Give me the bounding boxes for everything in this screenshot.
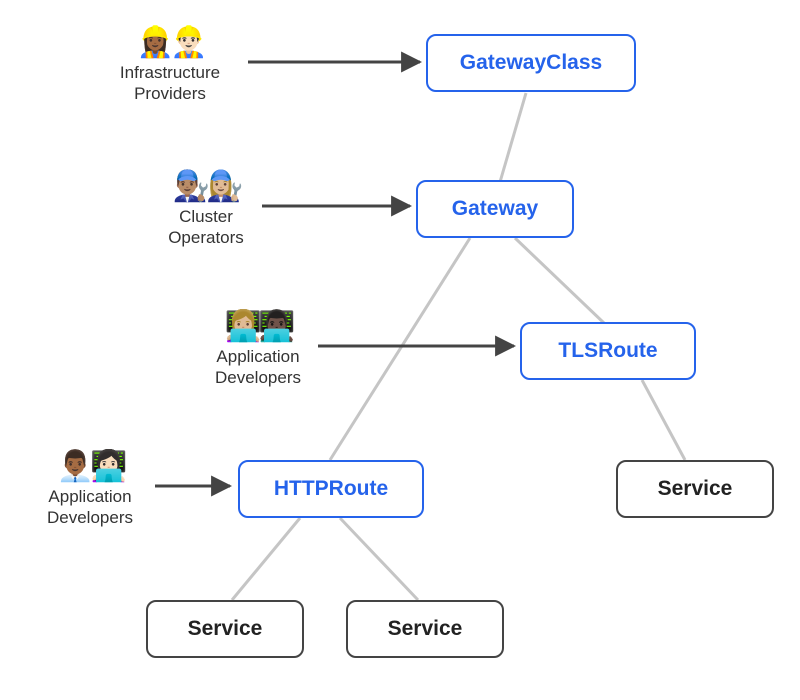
- gatewayclass-label: GatewayClass: [460, 51, 602, 75]
- service-box-middle: Service: [346, 600, 504, 658]
- persona-label-line1: Application: [48, 487, 131, 506]
- service-label-left: Service: [188, 617, 263, 641]
- persona-label-line1: Application: [216, 347, 299, 366]
- persona-infrastructure-providers: 👷🏾‍♀️👷🏻‍♂️ Infrastructure Providers: [100, 28, 240, 105]
- mechanic-icon: 👨🏽‍🔧👩🏼‍🔧: [156, 172, 256, 202]
- httproute-label: HTTPRoute: [274, 477, 388, 501]
- persona-cluster-operators: 👨🏽‍🔧👩🏼‍🔧 Cluster Operators: [156, 172, 256, 249]
- persona-label-line2: Developers: [47, 508, 133, 527]
- construction-worker-icon: 👷🏾‍♀️👷🏻‍♂️: [100, 28, 240, 58]
- persona-label-line2: Operators: [168, 228, 244, 247]
- office-worker-icon: 👨🏾‍💼👩🏻‍💻: [30, 452, 150, 482]
- gateway-box: Gateway: [416, 180, 574, 238]
- gateway-label: Gateway: [452, 197, 538, 221]
- tlsroute-label: TLSRoute: [558, 339, 657, 363]
- persona-label-line1: Cluster: [179, 207, 233, 226]
- service-box-right: Service: [616, 460, 774, 518]
- gatewayclass-box: GatewayClass: [426, 34, 636, 92]
- persona-application-developers-1: 👩🏼‍💻👨🏿‍💻 Application Developers: [198, 312, 318, 389]
- diagram-root: GatewayClass Gateway TLSRoute HTTPRoute …: [0, 0, 800, 700]
- httproute-box: HTTPRoute: [238, 460, 424, 518]
- persona-label-line1: Infrastructure: [120, 63, 220, 82]
- technologist-icon: 👩🏼‍💻👨🏿‍💻: [198, 312, 318, 342]
- persona-application-developers-2: 👨🏾‍💼👩🏻‍💻 Application Developers: [30, 452, 150, 529]
- service-label-right: Service: [658, 477, 733, 501]
- persona-label-line2: Developers: [215, 368, 301, 387]
- service-label-middle: Service: [388, 617, 463, 641]
- service-box-left: Service: [146, 600, 304, 658]
- tlsroute-box: TLSRoute: [520, 322, 696, 380]
- persona-label-line2: Providers: [134, 84, 206, 103]
